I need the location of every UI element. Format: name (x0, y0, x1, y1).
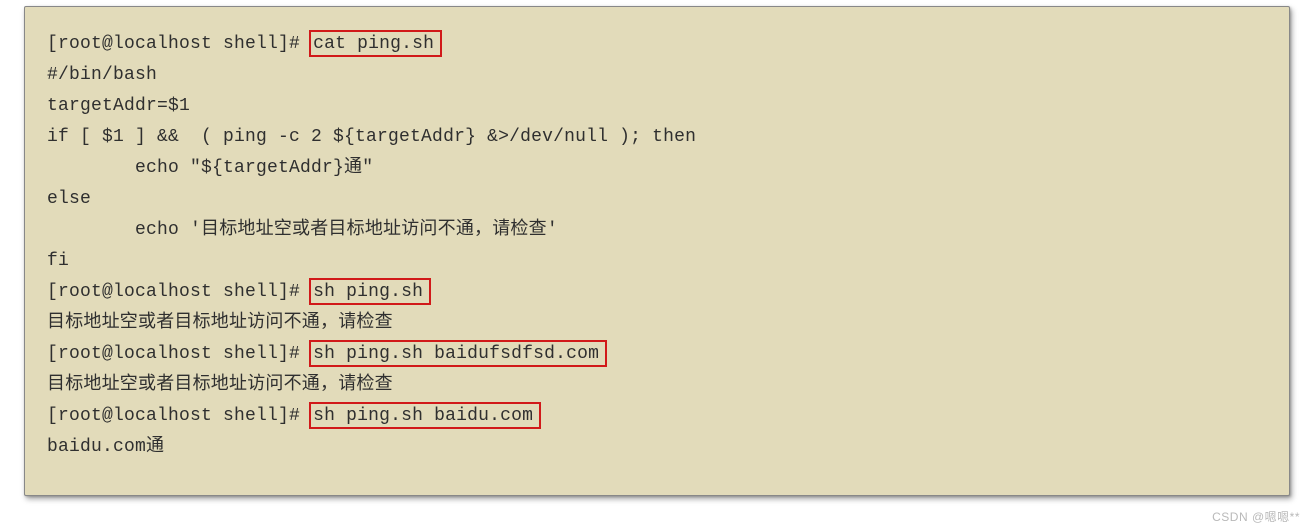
terminal-line: [root@localhost shell]# sh ping.sh baidu… (47, 339, 1267, 370)
terminal-line: targetAddr=$1 (47, 91, 1267, 122)
terminal-line: [root@localhost shell]# cat ping.sh (47, 29, 1267, 60)
terminal-line: if [ $1 ] && ( ping -c 2 ${targetAddr} &… (47, 122, 1267, 153)
watermark-text: CSDN @嗯嗯** (1212, 508, 1300, 525)
terminal-line: echo "${targetAddr}通" (47, 153, 1267, 184)
shell-prompt: [root@localhost shell]# (47, 344, 300, 364)
terminal-line: [root@localhost shell]# sh ping.sh (47, 277, 1267, 308)
terminal-line: 目标地址空或者目标地址访问不通，请检查 (47, 308, 1267, 339)
command-cat: cat ping.sh (309, 30, 442, 57)
shell-prompt: [root@localhost shell]# (47, 406, 300, 426)
terminal-line: #/bin/bash (47, 60, 1267, 91)
terminal-window[interactable]: [root@localhost shell]# cat ping.sh #/bi… (24, 6, 1290, 496)
shell-prompt: [root@localhost shell]# (47, 34, 300, 54)
command-sh-noarg: sh ping.sh (309, 278, 431, 305)
terminal-line: [root@localhost shell]# sh ping.sh baidu… (47, 401, 1267, 432)
terminal-line: else (47, 184, 1267, 215)
terminal-line: 目标地址空或者目标地址访问不通，请检查 (47, 370, 1267, 401)
terminal-line: fi (47, 246, 1267, 277)
command-sh-baidu: sh ping.sh baidu.com (309, 402, 541, 429)
terminal-line: echo '目标地址空或者目标地址访问不通，请检查' (47, 215, 1267, 246)
shell-prompt: [root@localhost shell]# (47, 282, 300, 302)
command-sh-badhost: sh ping.sh baidufsdfsd.com (309, 340, 607, 367)
terminal-line: baidu.com通 (47, 432, 1267, 463)
